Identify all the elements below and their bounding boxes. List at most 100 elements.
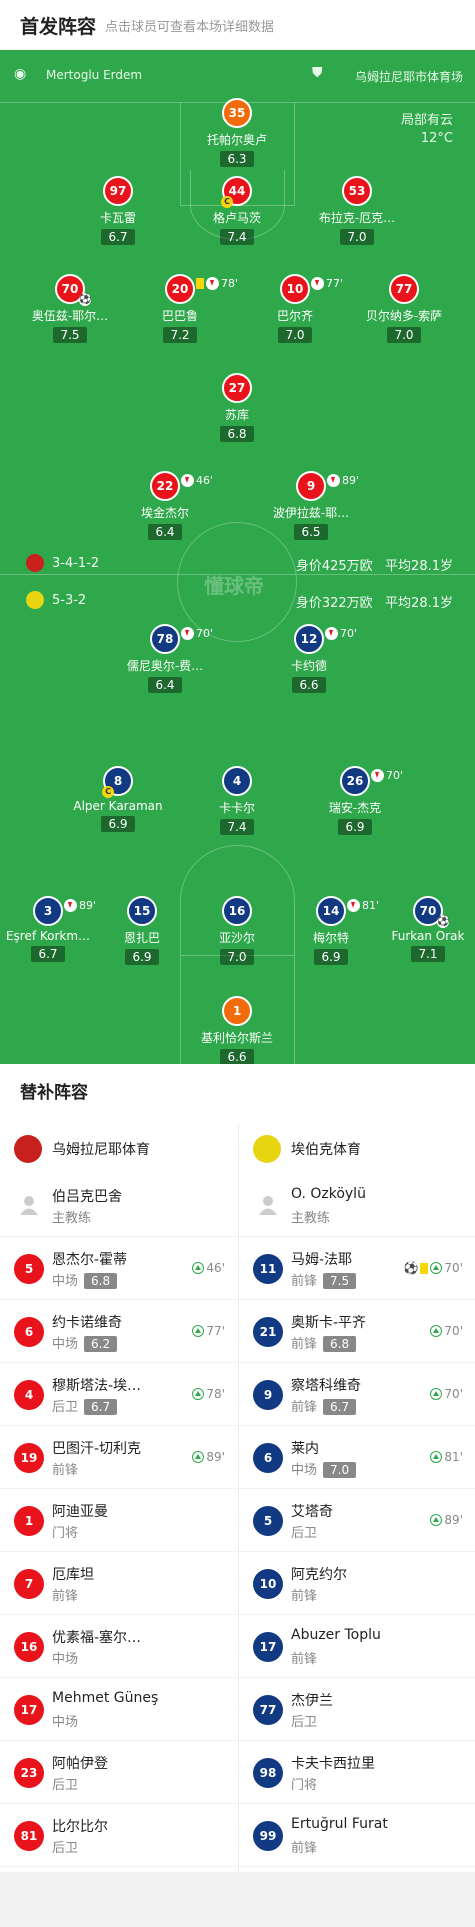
away-team-row[interactable]: 埃伯克体育 bbox=[239, 1124, 475, 1174]
sub-position-line: 前锋 6.8 bbox=[291, 1333, 357, 1352]
sub-player-row[interactable]: 10 阿克约尔 前锋 bbox=[239, 1552, 475, 1615]
player-marker[interactable]: 12 70' 卡约德 6.6 bbox=[249, 624, 369, 693]
player-marker[interactable]: 4 卡卡尔 7.4 bbox=[177, 766, 297, 835]
sub-player-row[interactable]: 5 艾塔奇 后卫 89' bbox=[239, 1489, 475, 1552]
sub-player-row[interactable]: 7 厄库坦 前锋 bbox=[0, 1552, 237, 1615]
sub-player-row[interactable]: 17 Mehmet Güneş 中场 bbox=[0, 1678, 237, 1741]
sub-in-minute: 70' bbox=[444, 1324, 463, 1338]
sub-position-line: 前锋 bbox=[52, 1459, 78, 1478]
player-name: 巴尔齐 bbox=[276, 309, 313, 323]
player-marker[interactable]: 35 托帕尔奥卢 6.3 bbox=[177, 98, 297, 167]
sub-player-row[interactable]: 1 阿迪亚曼 门将 bbox=[0, 1489, 237, 1552]
sub-number: 6 bbox=[14, 1317, 44, 1347]
page-title: 首发阵容 bbox=[20, 16, 97, 38]
sub-event: 70' bbox=[430, 1387, 463, 1401]
substitution-icon bbox=[181, 627, 194, 640]
sub-number: 5 bbox=[14, 1254, 44, 1284]
sub-rating: 6.7 bbox=[323, 1399, 357, 1415]
player-marker[interactable]: 8 C Alper Karaman 6.9 bbox=[58, 766, 178, 832]
player-number: 78 bbox=[150, 624, 180, 654]
sub-player-row[interactable]: 21 奥斯卡-平齐 前锋 6.8 70' bbox=[239, 1300, 475, 1363]
player-marker[interactable]: 77 贝尔纳多-索萨 7.0 bbox=[344, 274, 464, 343]
sub-position: 前锋 bbox=[52, 1463, 79, 1478]
player-number-text: 27 bbox=[228, 381, 246, 395]
player-number: 4 bbox=[222, 766, 252, 796]
substitution-icon bbox=[371, 769, 384, 782]
event-badges: 46' bbox=[181, 474, 213, 487]
sub-number: 17 bbox=[253, 1632, 283, 1662]
player-marker[interactable]: 9 89' 波伊拉兹-耶… 6.5 bbox=[251, 471, 371, 540]
player-number: 70 ⚽ bbox=[55, 274, 91, 306]
sub-position: 中场 bbox=[52, 1274, 79, 1289]
player-number: 12 bbox=[294, 624, 324, 654]
substitution-minute: 89' bbox=[342, 474, 360, 487]
sub-player-row[interactable]: 19 巴图汗-切利克 前锋 89' bbox=[0, 1426, 237, 1489]
sub-player-row[interactable]: 11 马姆-法耶 前锋 7.5 ⚽ 70' bbox=[239, 1237, 475, 1300]
sub-position: 中场 bbox=[291, 1463, 318, 1478]
sub-position-line: 主教练 bbox=[291, 1207, 330, 1226]
sub-player-row[interactable]: 9 察塔科维奇前锋 6.7 70' bbox=[239, 1363, 475, 1426]
sub-rating: 7.0 bbox=[323, 1462, 357, 1478]
player-marker[interactable]: 70 ⚽ 奥伍兹-耶尔… 7.5 bbox=[10, 274, 130, 343]
sub-number: 21 bbox=[253, 1317, 283, 1347]
player-marker[interactable]: 20 78' 巴巴鲁 7.2 bbox=[120, 274, 240, 343]
sub-name: 阿帕伊登 bbox=[52, 1756, 108, 1772]
sub-player-row[interactable]: 81 比尔比尔 后卫 bbox=[0, 1804, 237, 1867]
sub-player-row[interactable]: 17 Abuzer Toplu 前锋 bbox=[239, 1615, 475, 1678]
substitutes-section: 替补阵容 乌姆拉尼耶体育 伯吕克巴舍 主教练 5 恩杰尔-霍蒂 中场 6.8 46' 6 约卡诺… bbox=[0, 1064, 475, 1927]
player-marker[interactable]: 1 基利恰尔斯兰 6.6 bbox=[177, 996, 297, 1064]
player-name: 托帕尔奥卢 bbox=[206, 133, 267, 147]
player-rating: 7.1 bbox=[411, 946, 445, 962]
player-marker[interactable]: 27 苏库 6.8 bbox=[177, 373, 297, 442]
sub-number: 23 bbox=[14, 1758, 44, 1788]
sub-name: 巴图汗-切利克 bbox=[52, 1441, 142, 1457]
sub-position-line: 前锋 bbox=[52, 1585, 78, 1604]
player-marker[interactable]: 53 布拉克-厄克… 7.0 bbox=[297, 176, 417, 245]
sub-player-row[interactable]: 6 莱内 中场 7.0 81' bbox=[239, 1426, 475, 1489]
player-marker[interactable]: 44 C 格卢马茨 7.4 bbox=[177, 176, 297, 245]
coach-row[interactable]: 伯吕克巴舍 主教练 bbox=[0, 1174, 237, 1237]
substitution-minute: 70' bbox=[196, 627, 214, 640]
player-number-text: 20 bbox=[171, 282, 189, 296]
player-number-text: 44 bbox=[228, 184, 246, 198]
sub-player-row[interactable]: 6 约卡诺维奇 中场 6.2 77' bbox=[0, 1300, 237, 1363]
sub-position-line: 后卫 bbox=[52, 1837, 78, 1856]
player-marker[interactable]: 22 46' 埃金杰尔 6.4 bbox=[105, 471, 225, 540]
sub-player-row[interactable]: 16 优素福-塞尔… 中场 bbox=[0, 1615, 237, 1678]
sub-player-row[interactable]: 99 Ertuğrul Furat 前锋 bbox=[239, 1804, 475, 1867]
sub-event: 70' bbox=[430, 1324, 463, 1338]
player-marker[interactable]: 97 卡瓦雷 6.7 bbox=[58, 176, 178, 245]
player-number: 16 bbox=[222, 896, 252, 926]
player-marker[interactable]: 26 70' 瑞安-杰克 6.9 bbox=[295, 766, 415, 835]
player-name: 苏库 bbox=[224, 408, 249, 422]
sub-player-row[interactable]: 98 卡夫卡西拉里 门将 bbox=[239, 1741, 475, 1804]
sub-position-line: 前锋 bbox=[291, 1837, 317, 1856]
player-number-text: 35 bbox=[228, 106, 246, 120]
lineup-header: 首发阵容 点击球员可查看本场详细数据 bbox=[0, 0, 475, 50]
player-marker[interactable]: 10 77' 巴尔齐 7.0 bbox=[235, 274, 355, 343]
away-value: 身价322万欧 平均28.1岁 bbox=[296, 592, 453, 611]
sub-number: 9 bbox=[253, 1380, 283, 1410]
sub-position-line: 前锋 bbox=[291, 1648, 317, 1667]
coach-row[interactable]: O. Özköylü 主教练 bbox=[239, 1174, 475, 1237]
coach-avatar-icon bbox=[20, 1196, 38, 1215]
footer-space bbox=[0, 1872, 475, 1927]
sub-player-row[interactable]: 5 恩杰尔-霍蒂 中场 6.8 46' bbox=[0, 1237, 237, 1300]
sub-number: 77 bbox=[253, 1695, 283, 1725]
sub-player-row[interactable]: 4 穆斯塔法-埃… 后卫 6.7 78' bbox=[0, 1363, 237, 1426]
player-marker[interactable]: 78 70' 儒尼奥尔-费… 6.4 bbox=[105, 624, 225, 693]
sub-position: 前锋 bbox=[291, 1400, 318, 1415]
player-number: 35 bbox=[222, 98, 252, 128]
away-formation: 5-3-2 bbox=[26, 591, 86, 609]
sub-rating: 7.5 bbox=[323, 1273, 357, 1289]
sub-number: 7 bbox=[14, 1569, 44, 1599]
player-marker[interactable]: 70 ⚽ Furkan Orak 7.1 bbox=[368, 896, 475, 962]
sub-player-row[interactable]: 23 阿帕伊登 后卫 bbox=[0, 1741, 237, 1804]
home-team-row[interactable]: 乌姆拉尼耶体育 bbox=[0, 1124, 237, 1174]
event-badges: 70' bbox=[181, 627, 213, 640]
player-rating: 6.6 bbox=[292, 677, 326, 693]
sub-name: 察塔科维奇 bbox=[291, 1378, 361, 1394]
sub-player-row[interactable]: 77 杰伊兰 后卫 bbox=[239, 1678, 475, 1741]
player-name: Furkan Orak bbox=[391, 929, 465, 943]
sub-position: 前锋 bbox=[52, 1589, 79, 1604]
